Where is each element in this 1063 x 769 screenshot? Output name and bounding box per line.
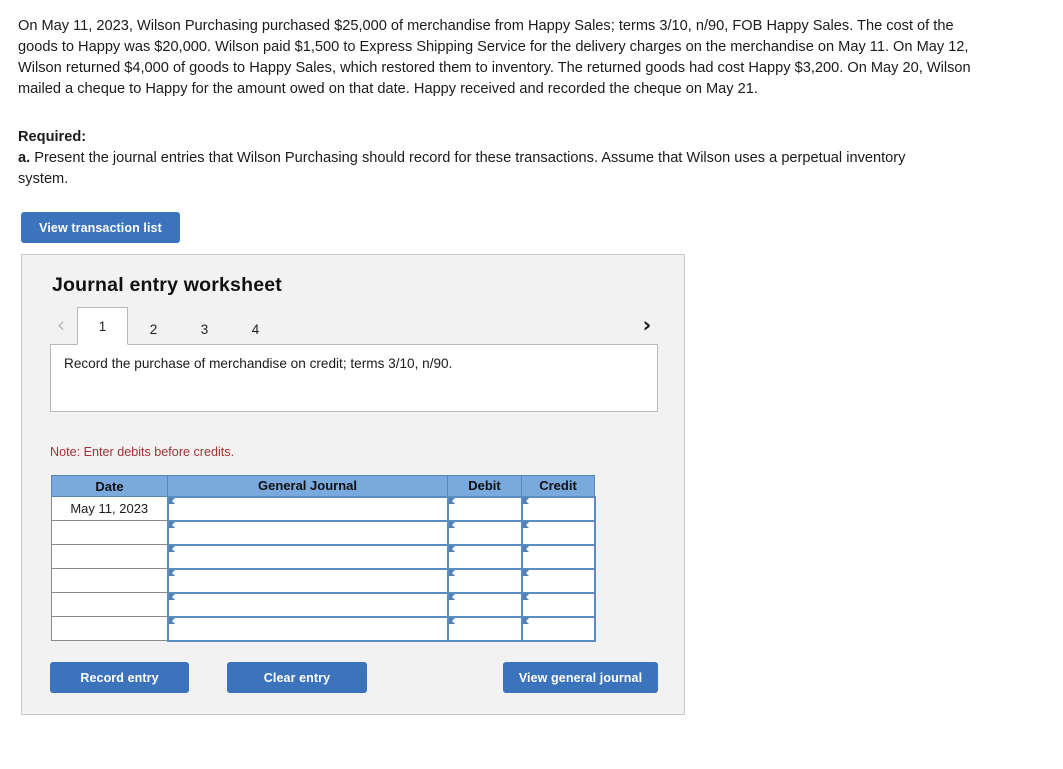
dropdown-arrow-icon[interactable] xyxy=(448,545,455,552)
dropdown-arrow-icon[interactable] xyxy=(448,569,455,576)
table-row xyxy=(51,519,596,546)
account-cell-5[interactable] xyxy=(166,591,449,618)
date-cell-3[interactable] xyxy=(51,544,168,569)
column-header-general-journal: General Journal xyxy=(167,475,448,497)
tab-3[interactable]: 3 xyxy=(179,312,230,345)
dropdown-arrow-icon[interactable] xyxy=(522,617,529,624)
chevron-right-icon[interactable]: › xyxy=(636,311,658,339)
tab-2[interactable]: 2 xyxy=(128,312,179,345)
tab-1[interactable]: 1 xyxy=(77,307,128,345)
worksheet-tabs: 1 2 3 4 xyxy=(77,307,281,345)
table-row xyxy=(51,543,596,570)
view-transaction-list-button[interactable]: View transaction list xyxy=(21,212,180,243)
table-header-row: Date General Journal Debit Credit xyxy=(51,475,595,497)
dropdown-arrow-icon[interactable] xyxy=(168,617,175,624)
date-cell-4[interactable] xyxy=(51,568,168,593)
dropdown-arrow-icon[interactable] xyxy=(168,545,175,552)
credit-cell-5[interactable] xyxy=(520,591,596,618)
record-entry-button[interactable]: Record entry xyxy=(50,662,189,693)
dropdown-arrow-icon[interactable] xyxy=(168,521,175,528)
dropdown-arrow-icon[interactable] xyxy=(448,521,455,528)
dropdown-arrow-icon[interactable] xyxy=(522,569,529,576)
dropdown-arrow-icon[interactable] xyxy=(448,497,455,504)
worksheet-tabstrip: ‹ 1 2 3 4 › xyxy=(50,307,658,345)
clear-entry-button[interactable]: Clear entry xyxy=(227,662,367,693)
debit-cell-4[interactable] xyxy=(446,567,523,594)
view-general-journal-button[interactable]: View general journal xyxy=(503,662,658,693)
credit-cell-4[interactable] xyxy=(520,567,596,594)
date-cell-6[interactable] xyxy=(51,616,168,641)
required-section: Required: a. Present the journal entries… xyxy=(18,127,948,190)
transaction-description-box: Record the purchase of merchandise on cr… xyxy=(50,344,658,412)
date-cell-1[interactable]: May 11, 2023 xyxy=(51,496,168,521)
account-cell-2[interactable] xyxy=(166,519,449,546)
journal-entry-table: Date General Journal Debit Credit May 11… xyxy=(51,475,596,642)
column-header-debit: Debit xyxy=(447,475,522,497)
debit-cell-2[interactable] xyxy=(446,519,523,546)
debits-before-credits-note: Note: Enter debits before credits. xyxy=(50,445,235,459)
table-row xyxy=(51,615,596,642)
dropdown-arrow-icon[interactable] xyxy=(168,497,175,504)
column-header-date: Date xyxy=(51,475,168,497)
account-cell-6[interactable] xyxy=(166,615,449,642)
transaction-description-text: Record the purchase of merchandise on cr… xyxy=(64,356,453,371)
problem-statement: On May 11, 2023, Wilson Purchasing purch… xyxy=(18,18,971,97)
credit-cell-1[interactable] xyxy=(520,495,596,522)
dropdown-arrow-icon[interactable] xyxy=(448,593,455,600)
credit-cell-3[interactable] xyxy=(520,543,596,570)
table-row: May 11, 2023 xyxy=(51,495,596,522)
journal-entry-worksheet-panel: Journal entry worksheet ‹ 1 2 3 4 › Reco… xyxy=(21,254,685,715)
required-item-text: Present the journal entries that Wilson … xyxy=(18,150,906,187)
account-cell-4[interactable] xyxy=(166,567,449,594)
debit-cell-6[interactable] xyxy=(446,615,523,642)
dropdown-arrow-icon[interactable] xyxy=(522,521,529,528)
panel-title: Journal entry worksheet xyxy=(52,274,283,296)
table-row xyxy=(51,567,596,594)
dropdown-arrow-icon[interactable] xyxy=(522,497,529,504)
dropdown-arrow-icon[interactable] xyxy=(448,617,455,624)
credit-cell-6[interactable] xyxy=(520,615,596,642)
column-header-credit: Credit xyxy=(521,475,595,497)
required-heading: Required: xyxy=(18,129,87,145)
debit-cell-3[interactable] xyxy=(446,543,523,570)
table-row xyxy=(51,591,596,618)
dropdown-arrow-icon[interactable] xyxy=(522,593,529,600)
dropdown-arrow-icon[interactable] xyxy=(168,569,175,576)
date-cell-5[interactable] xyxy=(51,592,168,617)
chevron-left-icon[interactable]: ‹ xyxy=(50,311,72,339)
dropdown-arrow-icon[interactable] xyxy=(522,545,529,552)
date-cell-2[interactable] xyxy=(51,520,168,545)
account-cell-1[interactable] xyxy=(166,495,449,522)
debit-cell-5[interactable] xyxy=(446,591,523,618)
dropdown-arrow-icon[interactable] xyxy=(168,593,175,600)
credit-cell-2[interactable] xyxy=(520,519,596,546)
debit-cell-1[interactable] xyxy=(446,495,523,522)
tab-4[interactable]: 4 xyxy=(230,312,281,345)
account-cell-3[interactable] xyxy=(166,543,449,570)
required-item-letter: a. xyxy=(18,150,31,166)
